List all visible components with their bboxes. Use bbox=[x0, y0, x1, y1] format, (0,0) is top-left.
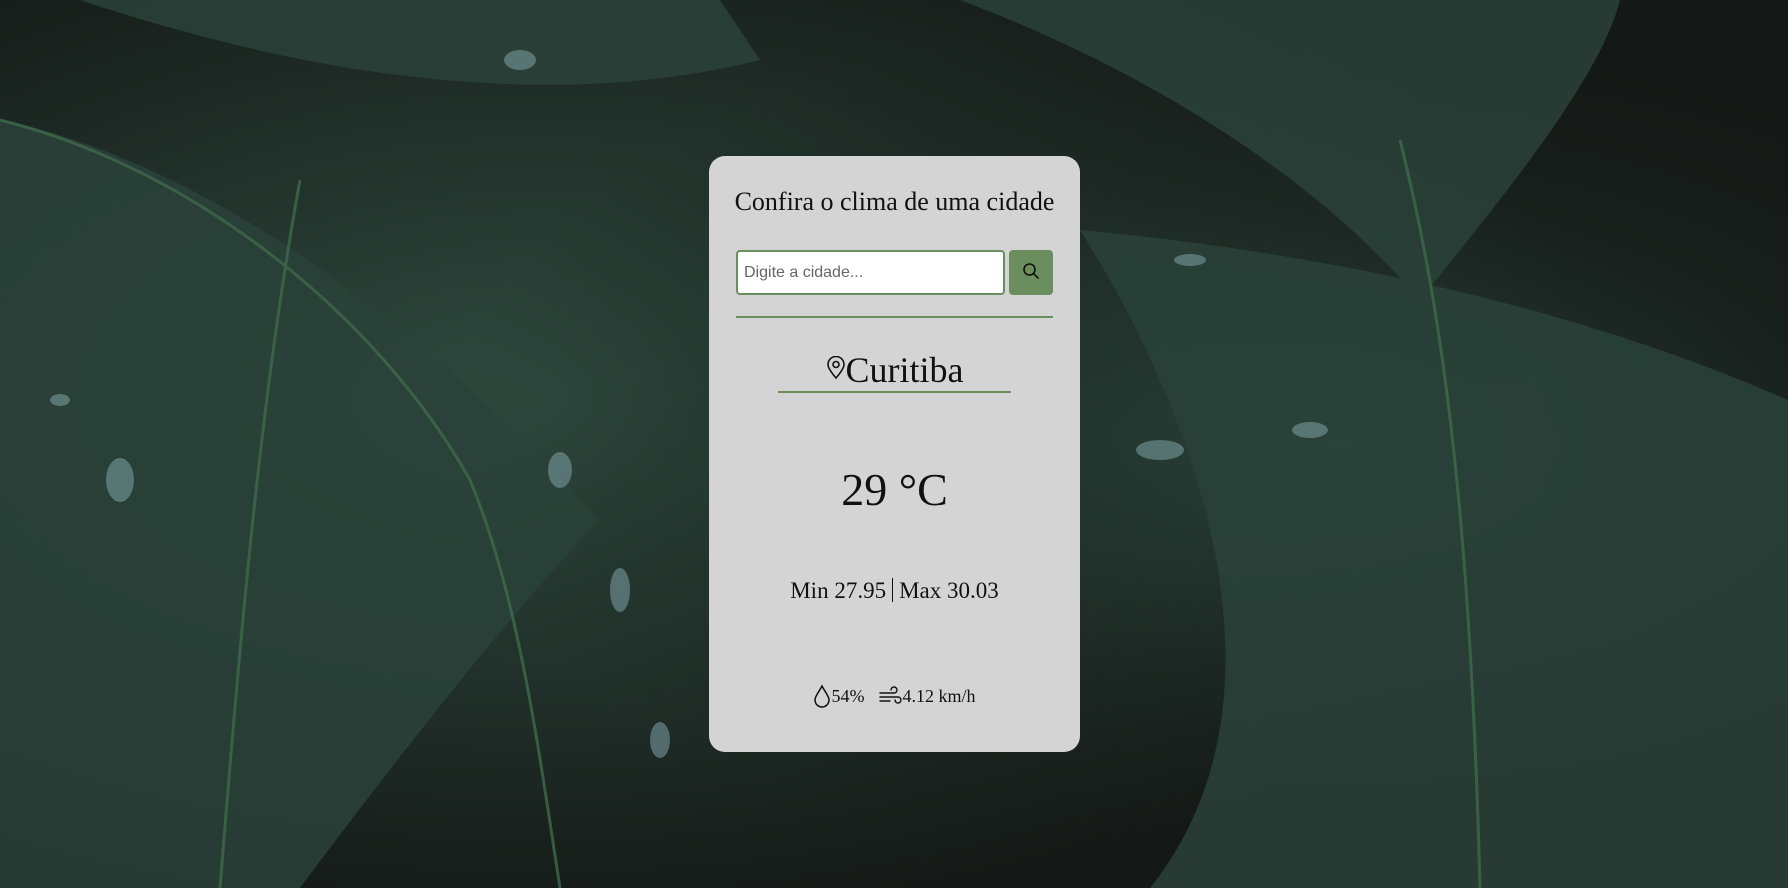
wind-value: 4.12 km/h bbox=[902, 685, 976, 706]
droplet-icon bbox=[813, 684, 831, 708]
city-search-input[interactable] bbox=[736, 250, 1005, 295]
min-max-separator bbox=[892, 578, 894, 602]
city-heading: Curitiba bbox=[778, 348, 1011, 392]
temperature: 29 °C bbox=[841, 464, 948, 515]
page-title: Confira o clima de uma cidade bbox=[734, 187, 1055, 216]
min-temperature: Min 27.95 bbox=[790, 578, 887, 603]
city-name: Curitiba bbox=[845, 350, 964, 390]
wind-speed: 4.12 km/h bbox=[878, 685, 976, 707]
max-temperature: Max 30.03 bbox=[899, 578, 999, 603]
search-icon bbox=[1022, 262, 1040, 283]
location-pin-icon bbox=[826, 355, 846, 385]
search-button[interactable] bbox=[1009, 250, 1053, 295]
weather-details: 54% 4.12 km/h bbox=[709, 682, 1080, 710]
humidity: 54% bbox=[813, 684, 864, 708]
humidity-value: 54% bbox=[831, 685, 865, 706]
city-underline bbox=[778, 391, 1011, 393]
search-form bbox=[736, 250, 1053, 295]
wind-icon bbox=[878, 685, 903, 707]
weather-card: Confira o clima de uma cidade Curitiba 2… bbox=[709, 156, 1080, 752]
min-max-temperature: Min 27.95 Max 30.03 bbox=[709, 577, 1080, 605]
divider bbox=[736, 316, 1053, 318]
